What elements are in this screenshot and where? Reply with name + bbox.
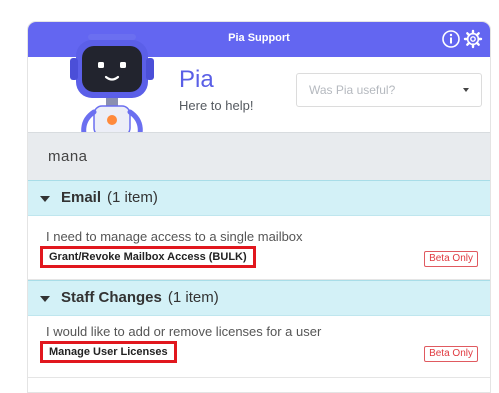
item-name[interactable]: Manage User Licenses	[49, 344, 168, 360]
info-icon[interactable]	[440, 28, 462, 50]
group-title: Staff Changes	[61, 289, 162, 306]
gear-icon[interactable]	[462, 28, 484, 50]
search-query[interactable]: mana	[48, 148, 88, 165]
group-title: Email	[61, 189, 102, 206]
bot-header: Pia Here to help! Was Pia useful?	[28, 34, 490, 160]
list-item[interactable]: I would like to add or remove licenses f…	[28, 317, 490, 373]
item-name[interactable]: Grant/Revoke Mailbox Access (BULK)	[49, 249, 247, 265]
beta-badge: Beta Only	[424, 251, 478, 267]
item-description: I would like to add or remove licenses f…	[46, 324, 322, 339]
item-description: I need to manage access to a single mail…	[46, 229, 303, 244]
group-header-staff-changes[interactable]: Staff Changes (1 item)	[28, 280, 490, 316]
pia-support-panel: Pia Support Pia Here to help! Was Pia us…	[27, 21, 491, 393]
group-header-email[interactable]: Email (1 item)	[28, 180, 490, 216]
item-highlight: Manage User Licenses	[40, 341, 177, 363]
bot-name: Pia	[179, 66, 214, 93]
group-count: (1 item)	[167, 289, 219, 306]
search-bar[interactable]: mana	[28, 132, 490, 180]
list-item[interactable]: I need to manage access to a single mail…	[28, 222, 490, 278]
feedback-select[interactable]: Was Pia useful?	[296, 73, 482, 107]
feedback-select-value: Was Pia useful?	[309, 83, 396, 97]
item-highlight: Grant/Revoke Mailbox Access (BULK)	[40, 246, 256, 268]
group-count: (1 item)	[107, 189, 158, 206]
beta-badge: Beta Only	[424, 346, 478, 362]
caret-down-icon	[463, 88, 469, 92]
bot-tagline: Here to help!	[179, 98, 254, 113]
divider	[28, 377, 490, 378]
chevron-down-icon	[40, 296, 50, 302]
chevron-down-icon	[40, 196, 50, 202]
